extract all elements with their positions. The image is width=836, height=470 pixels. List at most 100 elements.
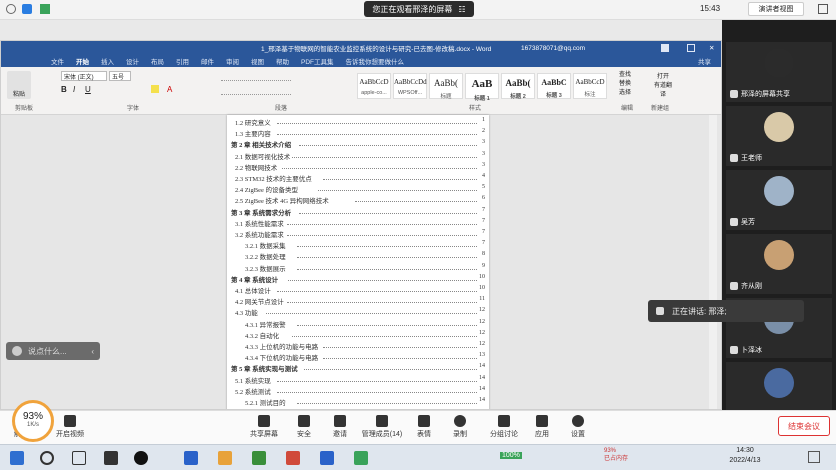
toc-entry[interactable]: 3.2.2 数据处理 8 [227, 251, 489, 261]
tab-references[interactable]: 引用 [176, 56, 189, 66]
toc-entry[interactable]: 2.1 数据可视化技术 3 [227, 151, 489, 161]
participant-tile[interactable]: 邢泽的屏幕共享 [726, 42, 832, 102]
app-icon[interactable] [104, 451, 118, 465]
toc-entry[interactable]: 4.3.2 自动化 12 [227, 330, 489, 340]
replace-button[interactable]: 替换 [619, 80, 631, 89]
style-heading-2[interactable]: AaBb(标题 2 [501, 73, 535, 100]
font-color-button[interactable]: A [167, 85, 172, 94]
comment-input[interactable]: 说点什么... ‹ [6, 342, 100, 360]
toc-entry[interactable]: 3.2.1 数据采集 7 [227, 240, 489, 250]
toc-entry[interactable]: 5.2.1 测试目的 14 [227, 397, 489, 407]
style-heading-1[interactable]: AaB 标题 1 [465, 73, 499, 102]
taskbar-app-icon[interactable] [218, 451, 232, 465]
info-icon[interactable] [6, 4, 16, 14]
start-icon[interactable] [10, 451, 24, 465]
emoji-icon[interactable] [12, 346, 22, 356]
style-caption[interactable]: AaBbCcD 标注 [573, 73, 607, 99]
taskbar-app-icon[interactable] [184, 451, 198, 465]
select-button[interactable]: 选择 [619, 89, 631, 98]
manage-members-button[interactable]: 管理成员(14) [356, 415, 408, 439]
style-wps[interactable]: AaBbCcDd WPSOff... [393, 73, 427, 99]
tell-me-search[interactable]: 告诉我你想要做什么 [346, 56, 405, 66]
toc-entry[interactable]: 2.4 ZigBee 的设备类型 5 [227, 184, 489, 194]
toc-entry[interactable]: 4.3.1 异常报警 12 [227, 319, 489, 329]
participant-tile[interactable]: 齐从刚 [726, 234, 832, 294]
taskbar-app-icon[interactable] [320, 451, 334, 465]
collapse-icon[interactable]: ‹ [91, 347, 94, 356]
share-screen-button[interactable]: 共享屏幕 [244, 415, 284, 439]
apps-button[interactable]: 应用 [522, 415, 562, 439]
security-button[interactable]: 安全 [284, 415, 324, 439]
share-button[interactable]: 共享 [698, 56, 711, 66]
shield-icon[interactable] [22, 4, 32, 14]
tab-file[interactable]: 文件 [51, 56, 64, 66]
end-meeting-button[interactable]: 结束会议 [778, 416, 830, 436]
taskbar-app-icon[interactable] [252, 451, 266, 465]
vertical-scrollbar[interactable] [709, 115, 717, 409]
toc-chapter[interactable]: 第 5 章 系统实现与测试 14 [227, 363, 489, 373]
font-size-select[interactable]: 五号 [109, 71, 131, 81]
tab-insert[interactable]: 插入 [101, 56, 114, 66]
notification-icon[interactable] [808, 451, 820, 463]
system-clock[interactable]: 14:30 2022/4/13 [720, 446, 770, 466]
italic-button[interactable]: I [73, 85, 75, 94]
toc-entry[interactable]: 1.3 主要内容 2 [227, 128, 489, 138]
find-button[interactable]: 查找 [619, 71, 631, 80]
list-buttons[interactable] [221, 73, 291, 81]
toc-entry[interactable]: 1.2 研究意义 1 [227, 117, 489, 127]
align-buttons[interactable] [221, 87, 291, 95]
maximize-icon[interactable] [687, 44, 695, 52]
grid-icon[interactable]: ☷ [458, 5, 465, 14]
breakout-rooms-button[interactable]: 分组讨论 [484, 415, 524, 439]
task-view-icon[interactable] [72, 451, 86, 465]
battery-indicator[interactable]: 100% [500, 452, 522, 459]
toc-entry[interactable]: 2.5 ZigBee 技术 4G 异构网络技术 6 [227, 195, 489, 205]
toc-entry[interactable]: 5.2 系统测试 14 [227, 386, 489, 396]
settings-button[interactable]: 设置 [558, 415, 598, 439]
participant-tile[interactable]: 吴芳 [726, 170, 832, 230]
tab-help[interactable]: 帮助 [276, 56, 289, 66]
participant-tile[interactable]: 王老师 [726, 106, 832, 166]
toc-chapter[interactable]: 第 4 章 系统设计 10 [227, 274, 489, 284]
toc-entry[interactable]: 4.3 功能 12 [227, 307, 489, 317]
invite-button[interactable]: 邀请 [320, 415, 360, 439]
style-heading-3[interactable]: AaBbC 标题 3 [537, 73, 571, 99]
toc-entry[interactable]: 2.3 STM32 技术的主要优点 4 [227, 173, 489, 183]
tab-review[interactable]: 审阅 [226, 56, 239, 66]
bold-button[interactable]: B [61, 85, 67, 94]
toc-entry[interactable]: 4.1 总体设计 10 [227, 285, 489, 295]
toc-entry[interactable]: 3.1 系统性能需求 7 [227, 218, 489, 228]
reactions-button[interactable]: 表情 [404, 415, 444, 439]
screen-share-status[interactable]: 您正在观看邢泽的屏幕 ☷ [364, 1, 474, 17]
toc-entry[interactable]: 4.3.4 下位机的功能与电路 13 [227, 352, 489, 362]
toc-entry[interactable]: 4.2 网关节点设计 11 [227, 296, 489, 306]
toc-entry[interactable]: 3.2 系统功能需求 7 [227, 229, 489, 239]
toc-entry[interactable]: 3.2.3 数据展示 9 [227, 263, 489, 273]
style-apple[interactable]: AaBbCcD apple-co... [357, 73, 391, 99]
font-name-select[interactable]: 宋体 (正文) [61, 71, 107, 81]
minimize-icon[interactable] [661, 44, 669, 52]
tab-home[interactable]: 开始 [76, 56, 89, 66]
search-icon[interactable] [40, 451, 54, 465]
tab-pdf-tools[interactable]: PDF工具集 [301, 56, 334, 66]
view-mode-button[interactable]: 演讲者视图 [748, 2, 804, 16]
toc-entry[interactable]: 5.1 系统实现 14 [227, 375, 489, 385]
toc-entry[interactable]: 2.2 物联网技术 3 [227, 162, 489, 172]
tab-view[interactable]: 视图 [251, 56, 264, 66]
record-button[interactable]: 录制 [440, 415, 480, 439]
taskbar-app-icon[interactable] [286, 451, 300, 465]
toc-chapter[interactable]: 第 2 章 相关技术介绍 3 [227, 139, 489, 149]
tab-design[interactable]: 设计 [126, 56, 139, 66]
document-page[interactable]: 1.2 研究意义 1 1.3 主要内容 2 第 2 章 相关技术介绍 3 2.1 数据可视化… [227, 115, 489, 409]
highlight-icon[interactable] [151, 85, 159, 93]
underline-button[interactable]: U [85, 85, 91, 94]
tab-mailings[interactable]: 邮件 [201, 56, 214, 66]
youdao-translate-button[interactable]: 打开 有道翻译 [653, 71, 673, 98]
taskbar-app-icon[interactable] [354, 451, 368, 465]
fullscreen-icon[interactable] [818, 4, 828, 14]
toc-entry[interactable]: 4.3.3 上位机的功能与电路 12 [227, 341, 489, 351]
network-status-widget[interactable]: 93% 1K/s [12, 400, 54, 442]
tab-layout[interactable]: 布局 [151, 56, 164, 66]
paste-button[interactable]: 粘贴 [7, 71, 31, 99]
style-title[interactable]: AaBb(标题 [429, 73, 463, 100]
